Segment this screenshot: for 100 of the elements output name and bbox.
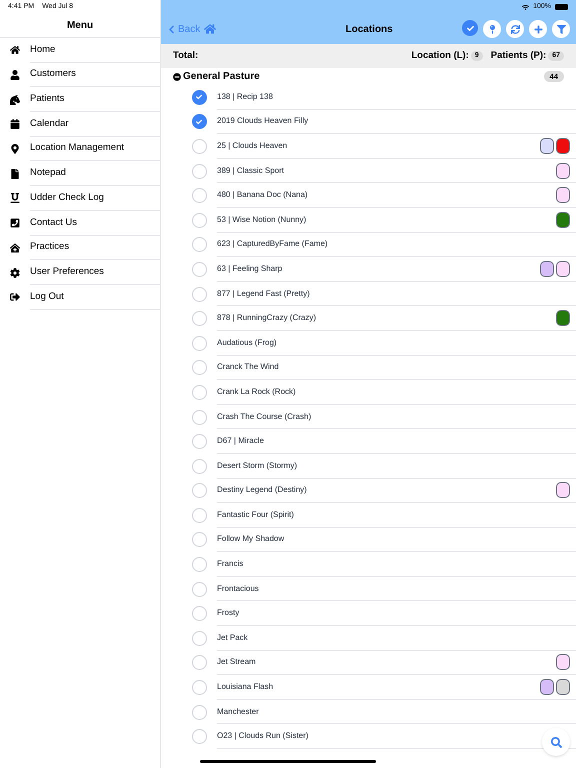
patient-name: Audatious (Frog) xyxy=(217,336,277,349)
patient-name: 53 | Wise Notion (Nunny) xyxy=(217,214,306,226)
patient-row[interactable]: 623 | CapturedByFame (Fame) xyxy=(161,232,576,258)
selection-toggle[interactable] xyxy=(192,680,206,696)
selection-toggle[interactable] xyxy=(192,384,206,400)
patient-row[interactable]: Audatious (Frog) xyxy=(161,330,576,356)
collapse-icon[interactable] xyxy=(173,72,181,80)
patient-row[interactable]: 2019 Clouds Heaven Filly xyxy=(161,110,576,134)
selection-toggle[interactable] xyxy=(192,582,206,597)
patient-row[interactable]: Crash The Course (Crash) xyxy=(161,404,576,430)
patient-name: 878 | RunningCrazy (Crazy) xyxy=(217,312,316,324)
patient-row[interactable]: Jet Stream xyxy=(161,650,576,676)
patient-row[interactable]: Crank La Rock (Rock) xyxy=(161,380,576,405)
selection-toggle[interactable] xyxy=(192,410,206,425)
home-icon xyxy=(10,45,20,56)
check-icon xyxy=(466,24,474,32)
patient-name: Follow My Shadow xyxy=(217,533,284,546)
selection-toggle[interactable] xyxy=(192,458,206,474)
selection-toggle[interactable] xyxy=(192,311,206,326)
patient-name: Crank La Rock (Rock) xyxy=(217,386,296,398)
patient-row[interactable]: 25 | Clouds Heaven xyxy=(161,134,576,159)
selection-toggle[interactable] xyxy=(192,164,206,179)
wifi-icon xyxy=(522,4,530,10)
phone-icon xyxy=(10,218,20,228)
menu-item[interactable]: Patients xyxy=(0,87,160,112)
selection-toggle[interactable] xyxy=(192,606,206,622)
patient-name: Francis xyxy=(217,558,244,570)
menu-item[interactable]: Location Management xyxy=(0,136,160,162)
selection-toggle[interactable] xyxy=(192,114,206,130)
selection-toggle[interactable] xyxy=(192,630,206,646)
select-all-button[interactable] xyxy=(462,20,478,36)
patient-name: 877 | Legend Fast (Pretty) xyxy=(217,288,310,300)
patient-row[interactable]: Follow My Shadow xyxy=(161,528,576,552)
patient-name: Jet Pack xyxy=(217,632,248,644)
selection-toggle[interactable] xyxy=(192,336,206,351)
menu-item[interactable]: Calendar xyxy=(0,112,160,137)
patient-name: Louisiana Flash xyxy=(217,681,274,694)
patient-row[interactable]: Manchester xyxy=(161,700,576,724)
menu-item[interactable]: Log Out xyxy=(0,284,160,310)
patient-name: Manchester xyxy=(217,706,259,718)
patient-row[interactable]: D67 | Miracle xyxy=(161,429,576,454)
refresh-icon[interactable] xyxy=(506,20,524,38)
horse-head-icon xyxy=(10,94,20,105)
check-icon xyxy=(196,94,202,100)
search-button[interactable] xyxy=(542,728,570,756)
patient-row[interactable]: Frosty xyxy=(161,601,576,626)
selection-toggle[interactable] xyxy=(192,557,206,572)
menu-item[interactable]: Customers xyxy=(0,62,160,88)
patient-row[interactable]: Destiny Legend (Destiny) xyxy=(161,478,576,504)
patient-row[interactable]: 389 | Classic Sport xyxy=(161,158,576,184)
patient-name: 138 | Recip 138 xyxy=(217,90,273,103)
patient-row[interactable]: 878 | RunningCrazy (Crazy) xyxy=(161,306,576,331)
selection-toggle[interactable] xyxy=(192,360,206,376)
person-icon xyxy=(10,70,20,80)
patient-name: Desert Storm (Stormy) xyxy=(217,460,298,472)
selection-toggle[interactable] xyxy=(192,90,206,105)
selection-toggle[interactable] xyxy=(192,434,206,450)
patient-row[interactable]: 480 | Banana Doc (Nana) xyxy=(161,183,576,208)
patient-row[interactable]: Desert Storm (Stormy) xyxy=(161,454,576,478)
menu-item[interactable]: Home xyxy=(0,38,160,63)
patient-name: 25 | Clouds Heaven xyxy=(217,140,288,152)
menu-item[interactable]: Practices xyxy=(0,236,160,260)
patient-row[interactable]: 138 | Recip 138 xyxy=(161,85,576,110)
selection-toggle[interactable] xyxy=(192,262,206,277)
menu-item[interactable]: Notepad xyxy=(0,161,160,186)
patient-row[interactable]: 877 | Legend Fast (Pretty) xyxy=(161,282,576,306)
patients-count-label: Patients (P): xyxy=(490,48,546,63)
selection-toggle[interactable] xyxy=(192,483,206,498)
add-icon[interactable] xyxy=(529,20,547,38)
patient-row[interactable]: Francis xyxy=(161,552,576,577)
patient-row[interactable]: 53 | Wise Notion (Nunny) xyxy=(161,208,576,233)
filter-icon[interactable] xyxy=(552,20,570,38)
menu-item[interactable]: User Preferences xyxy=(0,260,160,285)
group-name: General Pasture xyxy=(183,70,261,84)
map-pin-icon[interactable] xyxy=(483,20,501,38)
patient-row[interactable]: 63 | Feeling Sharp xyxy=(161,257,576,282)
patient-row[interactable]: Jet Pack xyxy=(161,626,576,651)
selection-toggle[interactable] xyxy=(192,212,206,228)
selection-toggle[interactable] xyxy=(192,729,206,744)
selection-toggle[interactable] xyxy=(192,237,206,252)
patient-name: 480 | Banana Doc (Nana) xyxy=(217,189,308,202)
selection-toggle[interactable] xyxy=(192,188,206,204)
menu-item[interactable]: Udder Check Log xyxy=(0,186,160,211)
settings-icon xyxy=(10,268,20,278)
selection-toggle[interactable] xyxy=(192,704,206,720)
selection-toggle[interactable] xyxy=(192,532,206,548)
patient-row[interactable]: Louisiana Flash xyxy=(161,675,576,700)
home-icon[interactable] xyxy=(204,23,216,35)
selection-toggle[interactable] xyxy=(192,508,206,523)
selection-toggle[interactable] xyxy=(192,655,206,670)
selection-toggle[interactable] xyxy=(192,286,206,302)
patient-row[interactable]: Cranck The Wind xyxy=(161,356,576,380)
patient-row[interactable]: Fantastic Four (Spirit) xyxy=(161,503,576,528)
totals-label: Total: xyxy=(173,48,198,63)
patient-row[interactable]: Frontacious xyxy=(161,576,576,602)
location-count-label: Location (L): xyxy=(411,48,469,63)
selection-toggle[interactable] xyxy=(192,138,206,154)
menu-item[interactable]: Contact Us xyxy=(0,210,160,236)
calendar-icon xyxy=(10,119,20,130)
patient-name: 623 | CapturedByFame (Fame) xyxy=(217,238,328,250)
